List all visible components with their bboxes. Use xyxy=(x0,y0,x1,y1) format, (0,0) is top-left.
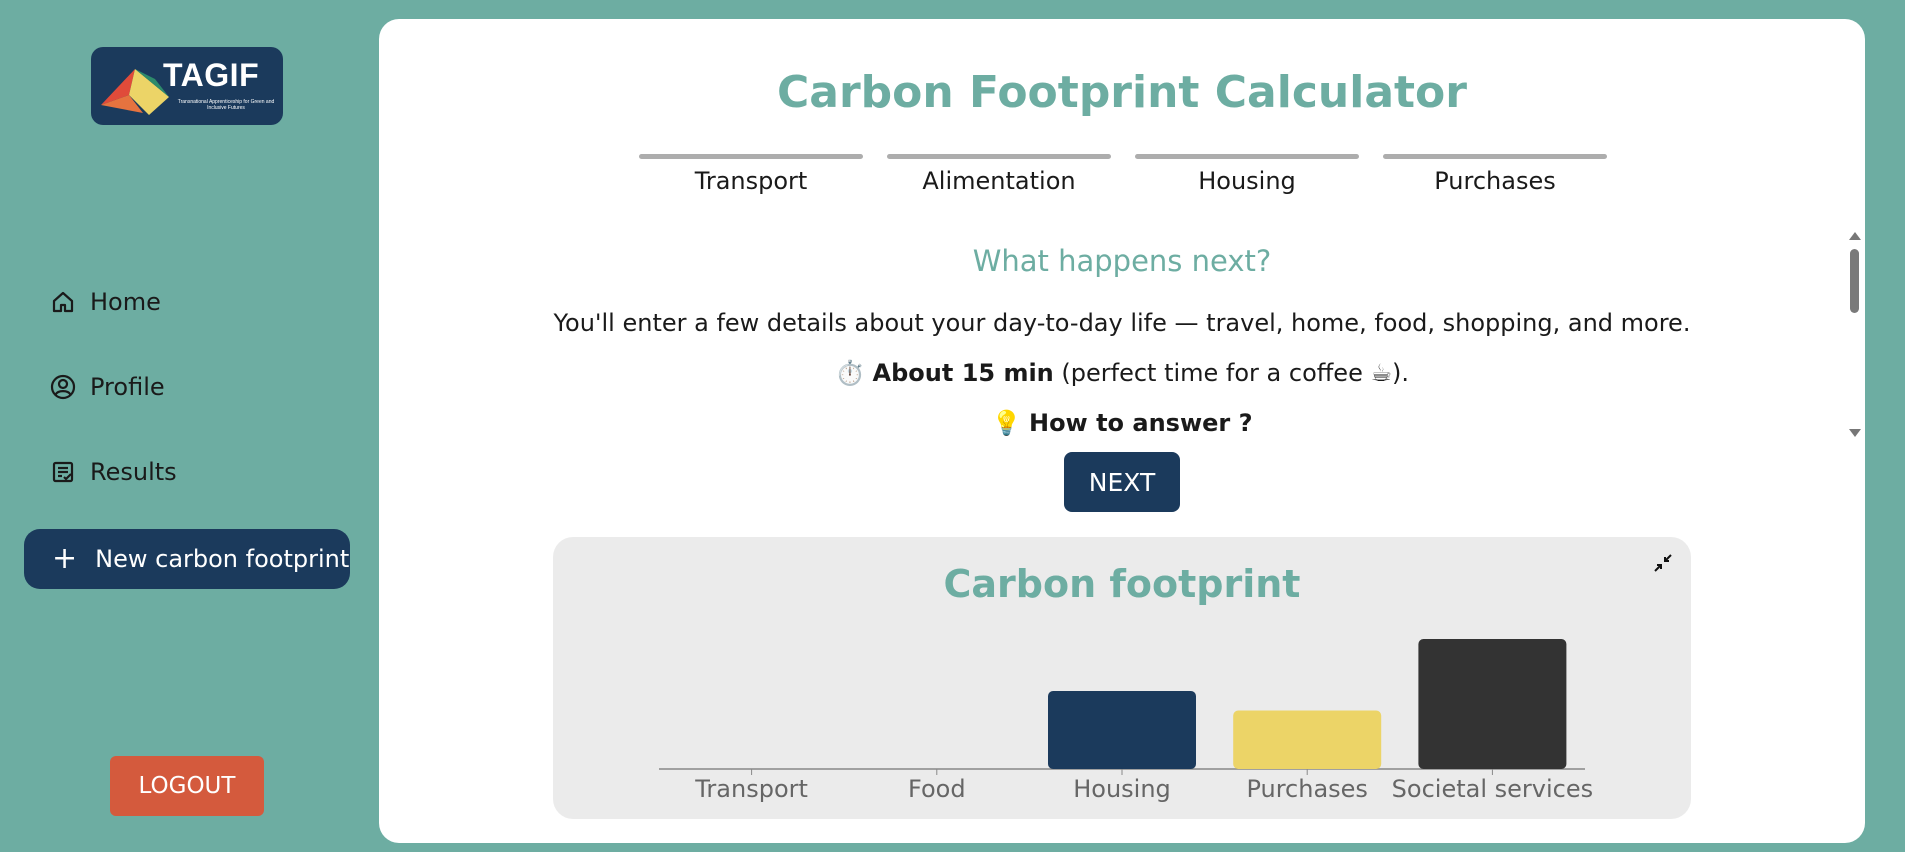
step-bar xyxy=(1135,154,1359,159)
coffee-icon: ☕ xyxy=(1370,359,1392,387)
time-bold: About 15 min xyxy=(872,359,1054,387)
x-tick-label: Food xyxy=(908,775,966,803)
stopwatch-icon: ⏱️ xyxy=(835,359,865,387)
step-progress: Transport Alimentation Housing Purchases xyxy=(639,154,1609,214)
plus-icon: + xyxy=(52,541,78,576)
bar-chart: Transport Food Housing Purchases Societal se… xyxy=(659,639,1593,803)
carbon-chart-card: Carbon footprint Transport Food Housing Pur… xyxy=(553,537,1691,819)
home-icon xyxy=(50,289,76,315)
step-bar xyxy=(1383,154,1607,159)
sidebar: TAGIF Transnational Apprenticeship for G… xyxy=(0,0,380,852)
how-to-label: How to answer ? xyxy=(1028,409,1253,437)
time-estimate: ⏱️ About 15 min (perfect time for a coff… xyxy=(379,359,1865,387)
bar-societal-services[interactable] xyxy=(1418,639,1567,769)
nav-home-label: Home xyxy=(90,288,161,316)
x-tick-label: Societal services xyxy=(1392,775,1593,803)
step-label: Transport xyxy=(694,167,808,195)
logo-subtitle: Transnational Apprenticeship for Green a… xyxy=(177,99,275,111)
nav-results-label: Results xyxy=(90,458,177,486)
x-tick-label: Transport xyxy=(694,775,808,803)
subheading: What happens next? xyxy=(972,244,1272,278)
step-label: Alimentation xyxy=(922,167,1076,195)
scrollbar[interactable] xyxy=(1846,232,1862,437)
step-label: Purchases xyxy=(1434,167,1556,195)
new-carbon-footprint-label: New carbon footprint xyxy=(95,545,350,573)
x-tick-label: Purchases xyxy=(1246,775,1368,803)
nav-results[interactable]: Results xyxy=(50,458,177,486)
bar-housing[interactable] xyxy=(1048,691,1196,769)
lightbulb-icon: 💡 xyxy=(991,409,1022,437)
how-to-answer[interactable]: 💡 How to answer ? xyxy=(379,409,1865,437)
step-housing[interactable]: Housing xyxy=(1135,154,1359,195)
step-purchases[interactable]: Purchases xyxy=(1383,154,1607,195)
logo-wordmark: TAGIF xyxy=(163,57,260,93)
nav-profile-label: Profile xyxy=(90,373,165,401)
time-rest: (perfect time for a coffee xyxy=(1053,359,1371,387)
nav-home[interactable]: Home xyxy=(50,288,161,316)
intro-scroll-area[interactable]: What happens next? You'll enter a few de… xyxy=(379,224,1865,439)
next-button[interactable]: NEXT xyxy=(1064,452,1180,512)
scroll-up-arrow[interactable] xyxy=(1849,232,1861,240)
time-end: ). xyxy=(1391,359,1409,387)
results-icon xyxy=(50,459,76,485)
step-bar xyxy=(639,154,863,159)
main-card: Carbon Footprint Calculator Transport Al… xyxy=(379,19,1865,843)
x-tick-label: Housing xyxy=(1073,775,1171,803)
nav-profile[interactable]: Profile xyxy=(50,373,165,401)
step-bar xyxy=(887,154,1111,159)
step-transport[interactable]: Transport xyxy=(639,154,863,195)
page-title: Carbon Footprint Calculator xyxy=(777,67,1467,118)
intro-text: You'll enter a few details about your da… xyxy=(553,309,1691,337)
step-alimentation[interactable]: Alimentation xyxy=(887,154,1111,195)
tagif-logo[interactable]: TAGIF Transnational Apprenticeship for G… xyxy=(91,47,283,125)
step-label: Housing xyxy=(1198,167,1296,195)
scroll-down-arrow[interactable] xyxy=(1849,429,1861,437)
new-carbon-footprint-button[interactable]: + New carbon footprint xyxy=(24,529,350,589)
bar-purchases[interactable] xyxy=(1233,710,1382,770)
logout-button[interactable]: LOGOUT xyxy=(110,756,264,816)
scroll-thumb[interactable] xyxy=(1850,249,1859,313)
user-circle-icon xyxy=(50,374,76,400)
